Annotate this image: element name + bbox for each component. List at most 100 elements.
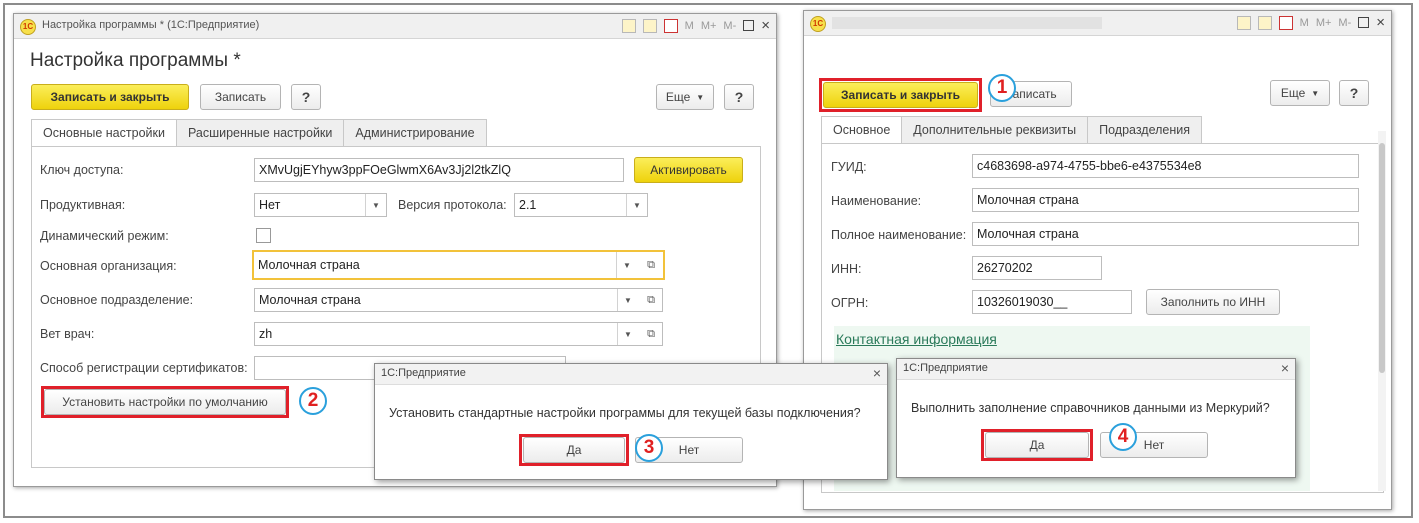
ogrn-input[interactable]: 10326019030__ — [972, 290, 1132, 314]
scrollbar-thumb[interactable] — [1379, 143, 1385, 373]
confirm-mercury-dialog: 1С:Предприятие × Выполнить заполнение сп… — [896, 358, 1296, 478]
inn-label: ИНН: — [831, 262, 862, 276]
close-icon[interactable]: × — [873, 365, 881, 381]
name-input[interactable]: Молочная страна — [972, 188, 1359, 212]
dynamic-mode-checkbox[interactable] — [256, 228, 271, 243]
app-logo-icon: 1С — [810, 16, 826, 32]
calendar-icon[interactable] — [663, 18, 678, 33]
vet-select[interactable]: zh ▼ ⧉ — [254, 322, 663, 346]
dynamic-mode-label: Динамический режим: — [40, 229, 169, 243]
tab-main-settings[interactable]: Основные настройки — [31, 119, 177, 147]
tab-administration[interactable]: Администрирование — [343, 119, 487, 147]
protocol-value: 2.1 — [519, 198, 537, 212]
tab-advanced-settings[interactable]: Расширенные настройки — [175, 119, 345, 147]
memory-plus-icon[interactable]: M+ — [701, 20, 717, 32]
dept-value: Молочная страна — [259, 293, 361, 307]
productive-label: Продуктивная: — [40, 198, 126, 212]
step-marker-2: 2 — [299, 387, 327, 415]
access-key-input[interactable]: XMvUgjEYhyw3ppFOeGlwmX6Av3Jj2l2tkZlQ — [254, 158, 624, 182]
more-button[interactable]: Еще ▼ — [656, 84, 714, 110]
inn-input[interactable]: 26270202 — [972, 256, 1102, 280]
more-label: Еще — [665, 90, 691, 104]
memory-m-icon[interactable]: M — [685, 20, 694, 32]
calendar-icon[interactable] — [1278, 15, 1293, 30]
chevron-down-icon: ▼ — [696, 92, 705, 102]
vet-value: zh — [259, 327, 273, 341]
protocol-label: Версия протокола: — [398, 198, 507, 212]
vet-label: Вет врач: — [40, 327, 95, 341]
dialog-title: 1С:Предприятие — [381, 367, 466, 379]
favorites-icon[interactable] — [1236, 15, 1251, 30]
chevron-down-icon[interactable]: ▼ — [365, 194, 386, 216]
contact-info-link[interactable]: Контактная информация — [836, 331, 997, 347]
activate-button[interactable]: Активировать — [634, 157, 743, 183]
dialog-message: Установить стандартные настройки програм… — [389, 406, 861, 420]
settings-tabs: Основные настройки Расширенные настройки… — [31, 119, 487, 147]
dialog-titlebar: 1С:Предприятие × — [375, 364, 887, 385]
window-title: Настройка программы * (1С:Предприятие) — [42, 19, 260, 31]
confirm-defaults-dialog: 1С:Предприятие × Установить стандартные … — [374, 363, 888, 480]
highlight-save-and-close — [819, 78, 982, 112]
org-value: Молочная страна — [258, 258, 360, 272]
chevron-down-icon[interactable]: ▼ — [617, 289, 638, 311]
save-and-close-button[interactable]: Записать и закрыть — [31, 84, 189, 110]
dept-select[interactable]: Молочная страна ▼ ⧉ — [254, 288, 663, 312]
titlebar-buttons: M M+ M- × — [621, 17, 770, 34]
calculator-icon[interactable] — [642, 18, 657, 33]
fullname-label: Полное наименование: — [831, 228, 967, 242]
counterparty-tabs: Основное Дополнительные реквизиты Подраз… — [821, 116, 1203, 144]
ogrn-label: ОГРН: — [831, 296, 869, 310]
productive-value: Нет — [259, 198, 281, 212]
favorites-icon[interactable] — [621, 18, 636, 33]
calculator-icon[interactable] — [1257, 15, 1272, 30]
step-marker-4: 4 — [1109, 423, 1137, 451]
productive-select[interactable]: Нет ▼ — [254, 193, 387, 217]
memory-minus-icon[interactable]: M- — [1338, 17, 1351, 29]
app-logo-icon: 1С — [20, 19, 36, 35]
chevron-down-icon[interactable]: ▼ — [617, 323, 638, 345]
chevron-down-icon: ▼ — [1311, 88, 1320, 98]
memory-m-icon[interactable]: M — [1300, 17, 1309, 29]
fullname-input[interactable]: Молочная страна — [972, 222, 1359, 246]
close-icon[interactable]: × — [761, 17, 770, 34]
blurred-title — [832, 17, 1102, 29]
open-icon[interactable]: ⧉ — [642, 325, 660, 343]
tab-additional-attributes[interactable]: Дополнительные реквизиты — [901, 116, 1089, 144]
guid-label: ГУИД: — [831, 160, 867, 174]
save-button[interactable]: Записать — [200, 84, 281, 110]
more-label: Еще — [1280, 86, 1306, 100]
open-icon[interactable]: ⧉ — [642, 291, 660, 309]
step-marker-3: 3 — [635, 434, 663, 462]
memory-plus-icon[interactable]: M+ — [1316, 17, 1332, 29]
close-icon[interactable]: × — [1281, 360, 1289, 376]
help-button[interactable]: ? — [291, 84, 321, 110]
maximize-icon[interactable] — [1358, 17, 1370, 28]
highlight-yes-button — [519, 434, 629, 466]
open-icon[interactable]: ⧉ — [642, 256, 660, 274]
guid-input[interactable]: c4683698-a974-4755-bbe6-e4375534e8 — [972, 154, 1359, 178]
dept-label: Основное подразделение: — [40, 293, 194, 307]
dialog-titlebar: 1С:Предприятие × — [897, 359, 1295, 380]
dialog-message: Выполнить заполнение справочников данным… — [911, 401, 1270, 415]
titlebar-buttons: M M+ M- × — [1236, 14, 1385, 31]
tab-main[interactable]: Основное — [821, 116, 903, 144]
help-button-right[interactable]: ? — [724, 84, 754, 110]
help-button[interactable]: ? — [1339, 80, 1369, 106]
name-label: Наименование: — [831, 194, 922, 208]
chevron-down-icon[interactable]: ▼ — [626, 194, 647, 216]
step-marker-1: 1 — [988, 74, 1016, 102]
counterparty-window-titlebar: 1С M M+ M- × — [804, 11, 1391, 36]
close-icon[interactable]: × — [1376, 14, 1385, 31]
vertical-scrollbar[interactable] — [1378, 131, 1386, 491]
more-button[interactable]: Еще ▼ — [1270, 80, 1330, 106]
memory-minus-icon[interactable]: M- — [723, 20, 736, 32]
highlight-yes-button — [981, 429, 1093, 461]
chevron-down-icon[interactable]: ▼ — [616, 252, 637, 278]
fill-by-inn-button[interactable]: Заполнить по ИНН — [1146, 289, 1280, 315]
tab-departments[interactable]: Подразделения — [1087, 116, 1203, 144]
protocol-select[interactable]: 2.1 ▼ — [514, 193, 648, 217]
form-title: Настройка программы * — [30, 50, 241, 71]
maximize-icon[interactable] — [743, 20, 755, 31]
settings-window-titlebar: 1С Настройка программы * (1С:Предприятие… — [14, 14, 776, 39]
org-select[interactable]: Молочная страна ▼ ⧉ — [252, 250, 665, 280]
